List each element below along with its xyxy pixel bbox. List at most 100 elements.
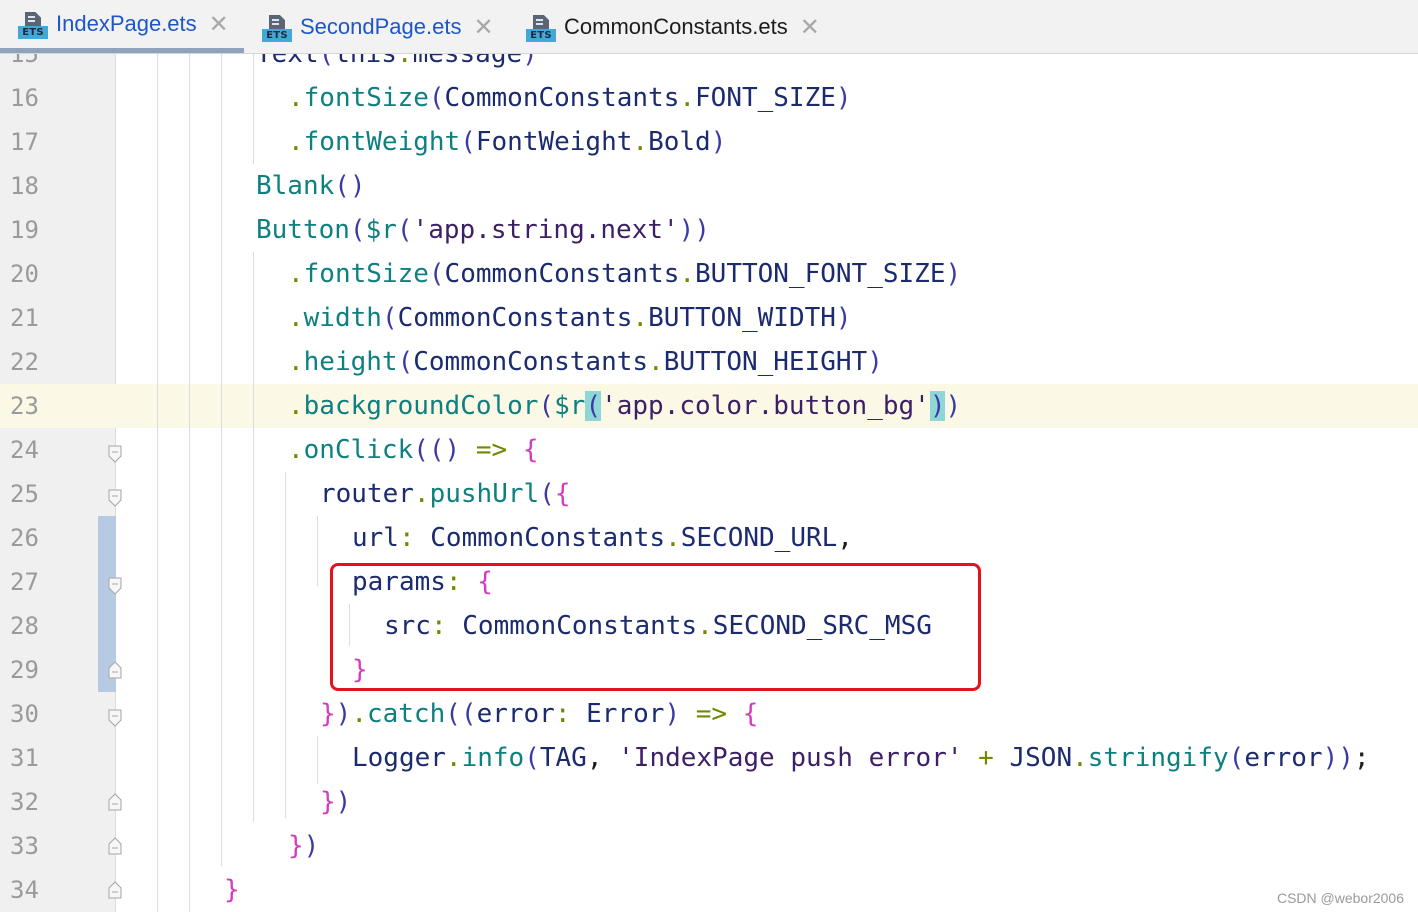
- code-line[interactable]: 26 url: CommonConstants.SECOND_URL,: [0, 516, 1418, 560]
- code-token: ): [710, 127, 727, 157]
- code-token: FONT_SIZE: [695, 83, 836, 113]
- code-token: )): [1322, 743, 1354, 773]
- code-token: (: [539, 479, 555, 509]
- code-token: (: [538, 391, 555, 421]
- code-line[interactable]: 18 Blank(): [0, 164, 1418, 208]
- code-token: $r: [554, 391, 586, 421]
- code-line[interactable]: 20 .fontSize(CommonConstants.BUTTON_FONT_…: [0, 252, 1418, 296]
- code-token: }: [288, 831, 304, 861]
- line-number: 23: [10, 392, 39, 420]
- code-token: (: [396, 215, 413, 245]
- code-token: {: [522, 435, 539, 465]
- code-token: (: [318, 54, 335, 69]
- code-text: }): [320, 780, 351, 824]
- code-token: .: [288, 347, 304, 377]
- ets-badge: ETS: [18, 26, 48, 39]
- code-line[interactable]: 34}: [0, 868, 1418, 912]
- code-token: BUTTON_HEIGHT: [663, 347, 868, 377]
- code-line[interactable]: 16 .fontSize(CommonConstants.FONT_SIZE): [0, 76, 1418, 120]
- code-token: Blank: [256, 171, 335, 201]
- code-token: .: [351, 699, 367, 729]
- close-icon[interactable]: ✕: [209, 12, 229, 36]
- ets-file-icon: ETS: [18, 12, 48, 42]
- code-token: .: [396, 54, 413, 69]
- code-token: ): [522, 54, 538, 69]
- ide-window: ETS IndexPage.ets ✕ ETS SecondPage.ets ✕…: [0, 0, 1418, 912]
- code-line[interactable]: 17 .fontWeight(FontWeight.Bold): [0, 120, 1418, 164]
- code-token: ((: [445, 699, 477, 729]
- code-token: error: [1244, 743, 1323, 773]
- code-token: ,: [837, 523, 853, 553]
- code-token: ): [867, 347, 883, 377]
- code-token: Error: [586, 699, 665, 729]
- code-token: FontWeight: [475, 127, 633, 157]
- code-text: .onClick(() => {: [288, 428, 538, 472]
- code-text: Logger.info(TAG, 'IndexPage push error' …: [352, 736, 1370, 780]
- code-token: fontSize: [303, 259, 429, 289]
- line-number: 22: [10, 348, 39, 376]
- code-line[interactable]: 24 .onClick(() => {: [0, 428, 1418, 472]
- code-token: ): [835, 303, 852, 333]
- code-text: Text(this.message): [256, 54, 538, 76]
- line-number: 25: [10, 480, 39, 508]
- code-line[interactable]: 19 Button($r('app.string.next')): [0, 208, 1418, 252]
- close-icon[interactable]: ✕: [473, 15, 493, 39]
- code-token: (: [428, 83, 445, 113]
- code-text: }: [224, 868, 240, 912]
- code-line[interactable]: 23 .backgroundColor($r('app.color.button_…: [0, 384, 1418, 428]
- code-token: catch: [366, 699, 446, 729]
- code-text: .width(CommonConstants.BUTTON_WIDTH): [288, 296, 852, 340]
- code-token: fontWeight: [303, 127, 461, 157]
- tab-commonconstants[interactable]: ETS CommonConstants.ets ✕: [508, 0, 838, 53]
- code-text: Blank(): [256, 164, 366, 208]
- line-number: 17: [10, 128, 39, 156]
- code-token: .: [632, 303, 649, 333]
- code-token: .: [1072, 743, 1088, 773]
- code-token: message: [412, 54, 523, 69]
- code-token: BUTTON_FONT_SIZE: [695, 259, 946, 289]
- code-token: 'IndexPage push error': [618, 743, 963, 773]
- code-text: Button($r('app.string.next')): [256, 208, 710, 252]
- code-token: CommonConstants: [397, 303, 633, 333]
- code-token: ): [835, 83, 852, 113]
- code-token: stringify: [1087, 743, 1229, 773]
- line-number: 26: [10, 524, 39, 552]
- code-token: TAG: [539, 743, 587, 773]
- code-token: =>: [475, 435, 523, 465]
- line-number: 20: [10, 260, 39, 288]
- code-line[interactable]: 30}).catch((error: Error) => {: [0, 692, 1418, 736]
- code-line[interactable]: 22 .height(CommonConstants.BUTTON_HEIGHT): [0, 340, 1418, 384]
- tab-label: CommonConstants.ets: [564, 13, 788, 39]
- code-token: ): [335, 787, 352, 817]
- code-text: .fontSize(CommonConstants.BUTTON_FONT_SI…: [288, 252, 961, 296]
- code-line[interactable]: 25 router.pushUrl({: [0, 472, 1418, 516]
- code-line[interactable]: 21 .width(CommonConstants.BUTTON_WIDTH): [0, 296, 1418, 340]
- code-token: (: [585, 391, 602, 421]
- tab-label: IndexPage.ets: [56, 11, 197, 36]
- code-token: $r: [365, 215, 397, 245]
- code-token: .: [648, 347, 664, 377]
- line-number: 30: [10, 700, 39, 728]
- code-token: (: [428, 259, 445, 289]
- annotation-highlight-box: [330, 563, 981, 691]
- code-token: :: [398, 523, 431, 553]
- code-text: .fontSize(CommonConstants.FONT_SIZE): [288, 76, 852, 120]
- code-line[interactable]: 31 Logger.info(TAG, 'IndexPage push error…: [0, 736, 1418, 780]
- tab-indexpage[interactable]: ETS IndexPage.ets ✕: [0, 0, 244, 53]
- code-token: .: [665, 523, 681, 553]
- close-icon[interactable]: ✕: [800, 15, 820, 39]
- code-line[interactable]: 15 Text(this.message): [0, 54, 1418, 76]
- code-token: ): [335, 699, 352, 729]
- code-token: CommonConstants: [430, 523, 666, 553]
- code-editor[interactable]: 15 Text(this.message) 16 .fontSize(CommonCo…: [0, 54, 1418, 912]
- code-line[interactable]: 32}): [0, 780, 1418, 824]
- code-token: .: [288, 83, 304, 113]
- code-token: CommonConstants: [444, 83, 680, 113]
- code-token: .: [288, 435, 304, 465]
- tab-secondpage[interactable]: ETS SecondPage.ets ✕: [244, 0, 508, 53]
- code-token: .: [413, 479, 430, 509]
- code-line[interactable]: 33}): [0, 824, 1418, 868]
- code-token: ): [929, 391, 946, 421]
- code-token: +: [962, 743, 1010, 773]
- line-number: 27: [10, 568, 39, 596]
